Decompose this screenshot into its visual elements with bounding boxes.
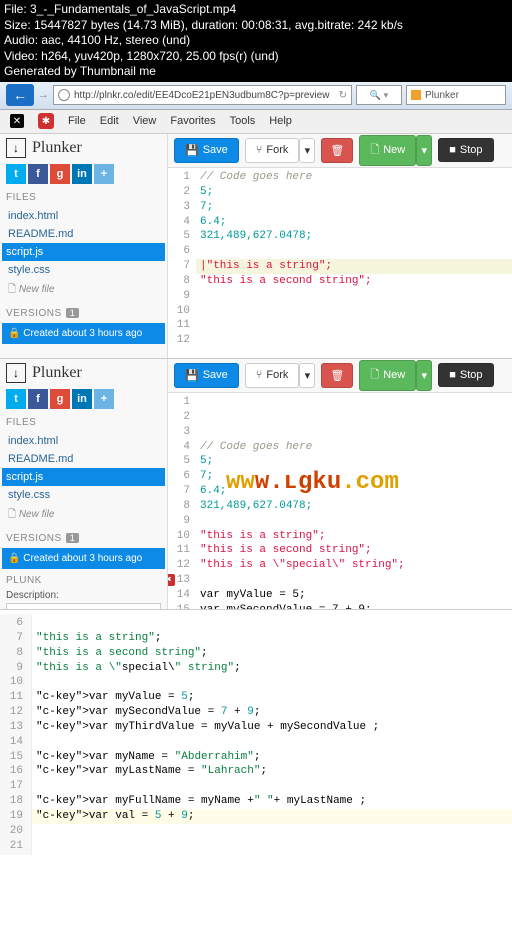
- new-dropdown[interactable]: ▾: [416, 360, 432, 391]
- refresh-icon[interactable]: ↻: [339, 90, 347, 101]
- save-button[interactable]: 💾 Save: [174, 363, 239, 388]
- sidebar: ↓ Plunker t f g in + FILES index.html RE…: [0, 134, 168, 358]
- gplus-icon[interactable]: g: [50, 389, 70, 409]
- versions-heading: VERSIONS1: [6, 308, 161, 319]
- delete-button[interactable]: 🗑: [321, 363, 353, 388]
- files-heading: FILES: [6, 417, 161, 428]
- versions-heading: VERSIONS1: [6, 533, 161, 544]
- meta-gen: Generated by Thumbnail me: [4, 64, 508, 80]
- browser-tab[interactable]: Plunker: [406, 85, 506, 105]
- sidebar: ↓ Plunker t f g in + FILES index.html RE…: [0, 359, 168, 609]
- search-box[interactable]: 🔍 ▾: [356, 85, 402, 105]
- menu-bar: ✕ ✱ File Edit View Favorites Tools Help: [0, 110, 512, 134]
- line-gutter: 123456789101112: [168, 168, 196, 358]
- code-area[interactable]: // Code goes here5;7;6.4;321,489,627.047…: [196, 168, 512, 358]
- save-button[interactable]: 💾 Save: [174, 138, 239, 163]
- twitter-icon[interactable]: t: [6, 389, 26, 409]
- meta-size: Size: 15447827 bytes (14.73 MiB), durati…: [4, 18, 508, 34]
- plunker-toolbar: 💾 Save ⑂ Fork ▾ 🗑 🗋 New ▾ ■ Stop: [168, 134, 512, 168]
- facebook-icon[interactable]: f: [28, 389, 48, 409]
- created-info[interactable]: Created about 3 hours ago: [2, 548, 165, 569]
- meta-audio: Audio: aac, 44100 Hz, stereo (und): [4, 33, 508, 49]
- plunker-logo-icon[interactable]: ↓: [6, 363, 26, 383]
- new-file-button[interactable]: New file: [6, 504, 161, 527]
- file-script[interactable]: script.js: [2, 468, 165, 486]
- menu-favorites[interactable]: Favorites: [170, 115, 215, 127]
- social-row: t f g in +: [6, 389, 161, 409]
- plunker-title: Plunker: [32, 364, 82, 382]
- delete-button[interactable]: 🗑: [321, 138, 353, 163]
- code-area[interactable]: "this is a string";"this is a second str…: [32, 614, 512, 856]
- file-readme[interactable]: README.md: [6, 225, 161, 243]
- forward-button[interactable]: →: [38, 89, 49, 101]
- facebook-icon[interactable]: f: [28, 164, 48, 184]
- tab-title: Plunker: [425, 90, 459, 101]
- file-index[interactable]: index.html: [6, 207, 161, 225]
- files-heading: FILES: [6, 192, 161, 203]
- new-file-button[interactable]: New file: [6, 279, 161, 302]
- social-row: t f g in +: [6, 164, 161, 184]
- menu-help[interactable]: Help: [269, 115, 292, 127]
- menu-file[interactable]: File: [68, 115, 86, 127]
- meta-video: Video: h264, yuv420p, 1280x720, 25.00 fp…: [4, 49, 508, 65]
- browser-toolbar: ← → http://plnkr.co/edit/EE4DcoE21pEN3ud…: [0, 82, 512, 110]
- file-index[interactable]: index.html: [6, 432, 161, 450]
- new-button[interactable]: 🗋 New: [359, 360, 416, 391]
- url-text: http://plnkr.co/edit/EE4DcoE21pEN3udbum8…: [74, 90, 329, 101]
- plunker-instance-2: ↓ Plunker t f g in + FILES index.html RE…: [0, 359, 512, 610]
- stop-button[interactable]: ■ Stop: [438, 138, 493, 162]
- new-button[interactable]: 🗋 New: [359, 135, 416, 166]
- line-gutter: 123456789101112✖131415: [168, 393, 196, 609]
- menu-tools[interactable]: Tools: [230, 115, 256, 127]
- extension-icon[interactable]: ✱: [38, 113, 54, 129]
- plunker-toolbar: 💾 Save ⑂ Fork ▾ 🗑 🗋 New ▾ ■ Stop: [168, 359, 512, 393]
- share-icon[interactable]: +: [94, 389, 114, 409]
- meta-file: File: 3_-_Fundamentals_of_JavaScript.mp4: [4, 2, 508, 18]
- video-metadata: File: 3_-_Fundamentals_of_JavaScript.mp4…: [0, 0, 512, 82]
- file-readme[interactable]: README.md: [6, 450, 161, 468]
- fork-button[interactable]: ⑂ Fork: [245, 363, 300, 388]
- linkedin-icon[interactable]: in: [72, 389, 92, 409]
- description-label: Description:: [6, 590, 161, 601]
- menu-view[interactable]: View: [133, 115, 157, 127]
- plunker-title: Plunker: [32, 139, 82, 157]
- code-editor-1[interactable]: 123456789101112 // Code goes here5;7;6.4…: [168, 168, 512, 358]
- fork-button[interactable]: ⑂ Fork: [245, 138, 300, 163]
- twitter-icon[interactable]: t: [6, 164, 26, 184]
- version-badge: 1: [66, 308, 80, 318]
- plunker-logo-icon[interactable]: ↓: [6, 138, 26, 158]
- gplus-icon[interactable]: g: [50, 164, 70, 184]
- code-area[interactable]: www.ʟgku.com // Code goes here5;7;6.4;32…: [196, 393, 512, 609]
- file-script[interactable]: script.js: [2, 243, 165, 261]
- file-style[interactable]: style.css: [6, 261, 161, 279]
- file-style[interactable]: style.css: [6, 486, 161, 504]
- back-button[interactable]: ←: [6, 84, 34, 106]
- created-info[interactable]: Created about 3 hours ago: [2, 323, 165, 344]
- menu-edit[interactable]: Edit: [100, 115, 119, 127]
- plunker-favicon: [411, 90, 421, 100]
- new-dropdown[interactable]: ▾: [416, 135, 432, 166]
- plunk-heading: PLUNK: [6, 575, 161, 586]
- share-icon[interactable]: +: [94, 164, 114, 184]
- fork-dropdown[interactable]: ▾: [299, 138, 315, 163]
- linkedin-icon[interactable]: in: [72, 164, 92, 184]
- address-bar[interactable]: http://plnkr.co/edit/EE4DcoE21pEN3udbum8…: [53, 85, 352, 105]
- version-badge: 1: [66, 533, 80, 543]
- close-icon[interactable]: ✕: [10, 114, 24, 128]
- code-editor-2[interactable]: 123456789101112✖131415 www.ʟgku.com // C…: [168, 393, 512, 609]
- line-gutter: 6789101112131415161718192021: [0, 614, 32, 856]
- fork-dropdown[interactable]: ▾: [299, 363, 315, 388]
- description-input[interactable]: [6, 603, 161, 609]
- code-editor-3[interactable]: 6789101112131415161718192021 "this is a …: [0, 610, 512, 856]
- stop-button[interactable]: ■ Stop: [438, 363, 493, 387]
- globe-icon: [58, 89, 70, 101]
- plunker-instance-1: ↓ Plunker t f g in + FILES index.html RE…: [0, 134, 512, 359]
